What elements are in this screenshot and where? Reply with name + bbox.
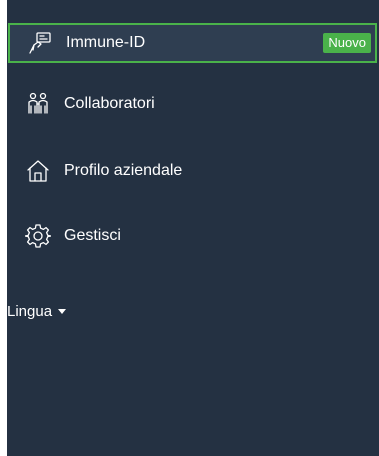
sidebar-item-collaboratori[interactable]: Collaboratori: [7, 84, 375, 124]
language-label: Lingua: [7, 302, 53, 320]
caret-down-icon: [58, 309, 67, 314]
sidebar-top-strip: [7, 0, 379, 20]
sidebar-item-gestisci[interactable]: Gestisci: [7, 216, 375, 256]
new-badge: Nuovo: [323, 33, 371, 53]
home-icon: [24, 157, 52, 185]
sidebar-item-label: Gestisci: [64, 227, 121, 244]
sidebar: Immune-ID Nuovo Collaboratori Profilo az…: [7, 0, 379, 456]
language-dropdown[interactable]: Lingua: [7, 299, 67, 323]
sidebar-item-profilo-aziendale[interactable]: Profilo aziendale: [7, 151, 375, 191]
sidebar-item-label: Collaboratori: [64, 95, 155, 112]
people-icon: [24, 90, 52, 118]
card-hand-icon: [26, 29, 54, 57]
sidebar-item-label: Immune-ID: [66, 34, 146, 51]
sidebar-item-immune-id[interactable]: Immune-ID Nuovo: [8, 23, 377, 63]
sidebar-item-label: Profilo aziendale: [64, 162, 183, 179]
gear-icon: [24, 222, 52, 250]
